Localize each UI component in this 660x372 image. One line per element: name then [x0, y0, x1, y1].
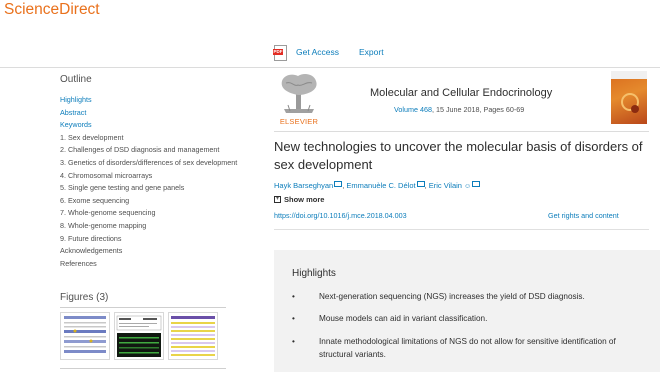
article-title: New technologies to uncover the molecula…	[274, 139, 643, 172]
journal-header-divider	[274, 131, 649, 132]
person-icon[interactable]: ☺	[464, 183, 471, 190]
bullet: •	[292, 337, 295, 346]
elsevier-wordmark: ELSEVIER	[279, 117, 319, 126]
outline-heading: Outline	[60, 74, 92, 85]
figure-thumbnail-2[interactable]	[114, 312, 164, 360]
outline-item-acknowledgements[interactable]: Acknowledgements	[60, 245, 237, 258]
figures-bottom-divider	[60, 368, 226, 369]
doi-link[interactable]: https://doi.org/10.1016/j.mce.2018.04.00…	[274, 211, 407, 220]
journal-name[interactable]: Molecular and Cellular Endocrinology	[370, 87, 552, 99]
outline-item-genetics[interactable]: 3. Genetics of disorders/differences of …	[60, 157, 237, 170]
outline-item-whole-genome-seq[interactable]: 7. Whole-genome sequencing	[60, 207, 237, 220]
highlight-text: Mouse models can aid in variant classifi…	[319, 314, 488, 323]
outline-item-keywords[interactable]: Keywords	[60, 119, 237, 132]
outline-item-abstract[interactable]: Abstract	[60, 107, 237, 120]
doi-divider	[274, 229, 649, 230]
email-icon[interactable]	[472, 181, 481, 187]
figures-heading: Figures (3)	[60, 292, 109, 303]
sciencedirect-logo[interactable]: ScienceDirect	[4, 1, 100, 19]
outline-item-gene-panels[interactable]: 5. Single gene testing and gene panels	[60, 182, 237, 195]
outline-item-challenges[interactable]: 2. Challenges of DSD diagnosis and manag…	[60, 144, 237, 157]
highlight-text: Next-generation sequencing (NGS) increas…	[319, 292, 585, 301]
header-divider	[0, 67, 660, 68]
author-list: Hayk Barseghyan, Emmanuèle C. Délot, Eri…	[274, 181, 481, 190]
email-icon[interactable]	[334, 181, 343, 187]
export-button[interactable]: Export	[359, 47, 384, 57]
article-toolbar: PDF Get Access Export	[273, 42, 384, 62]
outline-item-highlights[interactable]: Highlights	[60, 94, 237, 107]
journal-cover-image[interactable]	[611, 71, 647, 124]
figure-thumbnail-1[interactable]	[60, 312, 110, 360]
pdf-icon-label: PDF	[273, 48, 283, 55]
outline-item-sex-development[interactable]: 1. Sex development	[60, 132, 237, 145]
author-link[interactable]: Eric Vilain	[429, 181, 462, 190]
elsevier-logo[interactable]: ELSEVIER	[274, 71, 324, 126]
rights-link[interactable]: Get rights and content	[548, 211, 619, 220]
highlights-panel: Highlights • Next-generation sequencing …	[274, 250, 660, 372]
email-icon[interactable]	[416, 181, 425, 187]
show-more-button[interactable]: + Show more	[274, 195, 324, 204]
volume-info: Volume 468, 15 June 2018, Pages 60-69	[394, 105, 524, 114]
bullet: •	[292, 314, 295, 323]
highlight-text: Innate methodological limitations of NGS…	[319, 337, 616, 359]
outline-list: Highlights Abstract Keywords 1. Sex deve…	[60, 94, 237, 270]
highlights-heading: Highlights	[292, 268, 336, 279]
get-access-button[interactable]: Get Access	[296, 47, 339, 57]
outline-item-whole-genome-mapping[interactable]: 8. Whole-genome mapping	[60, 220, 237, 233]
plus-icon: +	[274, 196, 281, 203]
figure-thumbnail-3[interactable]	[168, 312, 218, 360]
volume-link[interactable]: Volume 468	[394, 105, 432, 114]
outline-item-references[interactable]: References	[60, 258, 237, 271]
bullet: •	[292, 292, 295, 301]
outline-item-microarrays[interactable]: 4. Chromosomal microarrays	[60, 170, 237, 183]
outline-item-exome[interactable]: 6. Exome sequencing	[60, 195, 237, 208]
pdf-icon[interactable]: PDF	[273, 44, 287, 61]
figures-divider	[60, 307, 226, 308]
issue-date-pages: , 15 June 2018, Pages 60-69	[431, 105, 525, 114]
outline-item-future[interactable]: 9. Future directions	[60, 233, 237, 246]
author-link[interactable]: Hayk Barseghyan	[274, 181, 333, 190]
show-more-label: Show more	[284, 195, 325, 204]
elsevier-tree-icon	[281, 73, 317, 113]
author-link[interactable]: Emmanuèle C. Délot	[346, 181, 415, 190]
